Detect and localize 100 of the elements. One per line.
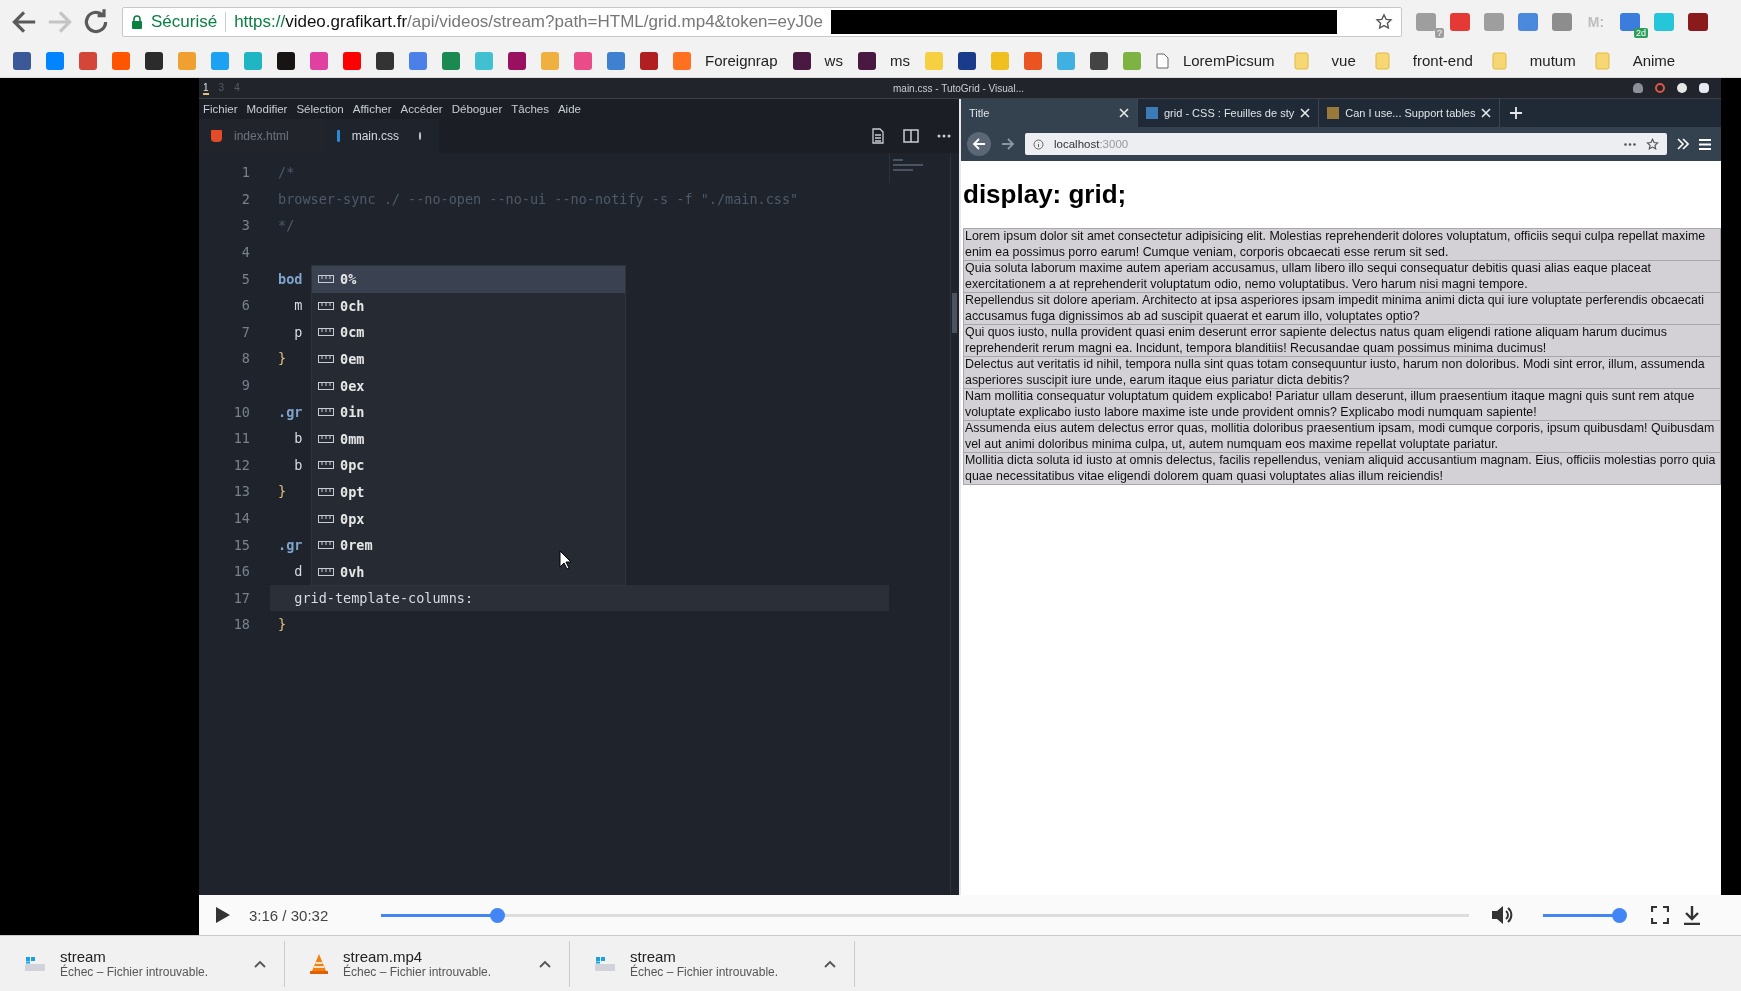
suggestion-item[interactable]: 0ch [312,292,625,320]
menu-item[interactable]: Tâches [511,103,549,115]
suggestion-item[interactable]: 0pt [312,478,625,506]
suggestion-item[interactable]: 0pc [312,452,625,479]
line-number: 12 [232,456,251,473]
bookmark-folder[interactable]: mutum [1491,51,1576,70]
back-icon[interactable] [967,132,991,156]
site-icon[interactable] [957,51,976,70]
editor-tab[interactable]: main.css [325,119,439,153]
preview-icon[interactable] [871,128,885,144]
grid-paragraph: Repellendus sit dolore aperiam. Architecto at ipsa asperiores ipsam impedit minima animi dicta qui iure voluptate perferendis obcaecati accusamus fuga dignissimos ab ad suscipit quaerat et earum illo, voluptates optio? [963,293,1721,325]
menu-item[interactable]: Accéder [400,103,443,115]
file-name: stream.mp4 [343,948,424,965]
new-tab-icon[interactable] [1510,107,1523,119]
extension-badge: 2d [1634,28,1648,38]
browser-tab[interactable]: Title [961,99,1138,127]
menu-item[interactable]: Fichier [203,103,238,115]
caret-icon[interactable] [539,959,551,968]
fullscreen-icon[interactable] [1651,906,1669,924]
extension-icon[interactable] [1688,13,1708,31]
security-label: Sécurisé [151,12,218,32]
address-bar[interactable]: Sécurisé https://video.grafikart.fr/api/videos/stream?path=HTML/grid.mp4&token=eyJ0e [122,7,1402,37]
tab-label: index.html [234,129,289,143]
star-icon[interactable] [1375,13,1393,31]
menu-icon[interactable] [1699,138,1711,150]
line-number: 18 [232,616,251,633]
bookmark-link[interactable]: ms [857,51,910,70]
site-icon[interactable] [277,51,295,70]
line-number: 16 [232,563,251,580]
tab-label: main.css [351,129,400,143]
site-icon[interactable] [508,51,526,70]
volume-thumb[interactable] [1612,907,1627,923]
bookmark-link[interactable]: ws [792,51,843,70]
more-icon[interactable] [937,134,951,138]
close-icon[interactable] [1119,108,1129,118]
suggestion-item[interactable]: 0rem [312,531,625,559]
caret-icon[interactable] [254,959,266,968]
menu-item[interactable]: Afficher [352,103,392,115]
url-text: localhost:3000 [1054,138,1129,150]
split-editor-icon[interactable] [903,129,919,143]
line-number: 8 [240,350,251,367]
line-number: 15 [232,536,251,553]
bookmark-link[interactable]: LoremPicsum [1155,52,1275,69]
download-status: Échec – Fichier introuvable. [630,965,780,979]
ruler-icon [318,381,334,390]
star-icon[interactable] [1646,137,1659,151]
download-icon[interactable] [1683,905,1701,925]
grid-paragraph: Nam mollitia consequatur voluptatum quidem explicabo! Pariatur ullam deserunt, illum praesentium itaque magni quis sunt rem atque voluptate explicabo iusto labore maxime iste unde provident omnis? Explicabo modi numquam sapiente! [963,389,1721,421]
site-icon[interactable] [1089,51,1108,70]
more-icon[interactable] [1624,142,1636,146]
close-icon[interactable] [1481,108,1492,118]
download-item[interactable]: stream Échec – Fichier introuvable. [570,940,855,987]
site-icon[interactable] [145,51,163,70]
line-number: 3 [240,217,251,234]
bookmark-folder[interactable]: Anime [1594,51,1676,70]
suggestion-item[interactable]: 0mm [312,425,625,453]
tab-label: grid - CSS : Feuilles de sty [1164,107,1295,119]
menu-item[interactable]: Déboguer [451,103,503,115]
download-item[interactable]: stream Échec – Fichier introuvable. [0,940,285,987]
suggestion-item[interactable]: 0% [312,266,625,293]
close-icon[interactable] [1300,108,1311,118]
ruler-icon [318,488,334,497]
power-icon[interactable] [1655,83,1665,93]
folder-icon [1293,51,1310,70]
css-file-icon [337,130,340,142]
suggestion-item[interactable]: 0in [312,398,625,426]
file-name: stream [630,948,677,965]
seek-thumb[interactable] [490,907,506,923]
line-number: 17 [232,589,251,606]
folder-icon [1374,51,1391,70]
bookmark-folder[interactable]: vue [1293,51,1356,70]
volume-icon[interactable] [1491,904,1515,926]
tab-label: Can I use... Support tables [1345,107,1476,119]
suggestion-item[interactable]: 0cm [312,319,625,346]
line-number: 2 [240,190,251,207]
code-line: */ [278,216,295,236]
forward-icon[interactable] [1001,137,1015,151]
html-file-icon [211,130,222,142]
circle-icon[interactable] [1677,83,1687,93]
bookmark-link[interactable]: Foreignrap [673,51,778,70]
grid-paragraph: Assumenda eius autem delectus error quas, mollitia doloribus praesentium ipsam, modi cumque corporis, ipsum quibusdam! Quibusdam vel aut animi doloribus minima culpa, ut, autem numquam eos maxime repellat voluptate pariatur. [963,421,1721,453]
bookmark-folder[interactable]: front-end [1374,51,1473,70]
site-icon[interactable] [376,51,394,70]
menu-item[interactable]: Sélection [296,103,344,115]
menu-item[interactable]: Aide [557,103,581,115]
scrollbar-thumb[interactable] [952,293,957,333]
file-name: stream [60,948,107,965]
site-icon[interactable] [640,51,658,70]
code-line: b [293,455,303,475]
suggestion-item[interactable]: 0px [312,505,625,532]
chevrons-icon[interactable] [1677,138,1689,150]
workspace-tab[interactable]: 1 [203,81,209,95]
menu-item[interactable]: Modifier [246,103,288,115]
download-item[interactable]: stream.mp4 Échec – Fichier introuvable. [285,940,570,987]
address-bar[interactable]: localhost:3000 [1025,133,1667,155]
suggestion-item[interactable]: 0ex [312,372,625,399]
suggestion-item[interactable]: 0em [312,345,625,373]
suggestion-item[interactable]: 0vh [312,558,625,586]
site-icon[interactable] [13,51,31,70]
caret-icon[interactable] [824,959,836,968]
